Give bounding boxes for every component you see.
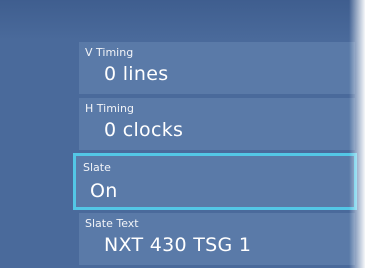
panel-header-area: [0, 0, 365, 40]
edge-shadow: [349, 0, 365, 268]
field-label: Slate Text: [85, 217, 139, 230]
field-value: 0 lines: [104, 63, 169, 85]
field-value: On: [90, 180, 118, 202]
field-label: V Timing: [85, 46, 134, 59]
v-timing-field[interactable]: V Timing 0 lines: [79, 42, 355, 94]
slate-text-field[interactable]: Slate Text NXT 430 TSG 1: [79, 213, 355, 265]
field-label: Slate: [83, 161, 111, 174]
field-value: NXT 430 TSG 1: [104, 234, 252, 256]
h-timing-field[interactable]: H Timing 0 clocks: [79, 98, 355, 150]
settings-panel: V Timing 0 lines H Timing 0 clocks Slate…: [0, 0, 365, 268]
field-label: H Timing: [85, 102, 134, 115]
slate-field[interactable]: Slate On: [73, 153, 357, 210]
field-value: 0 clocks: [104, 119, 184, 141]
